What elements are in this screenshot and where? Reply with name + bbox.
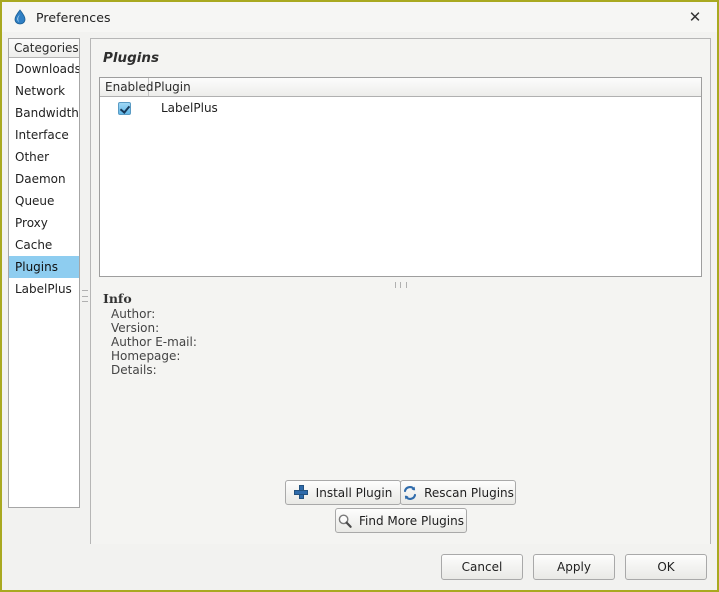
info-author-label: Author: [111, 307, 156, 321]
table-header: Enabled Plugin [100, 78, 701, 97]
checkbox-checked-icon[interactable] [118, 101, 131, 115]
info-section: Info Author: Version: Author E-mail: Hom… [91, 291, 710, 377]
table-body: LabelPlus [100, 97, 701, 276]
plugin-action-row-primary: Install Plugin Rescan Plugins [91, 480, 710, 505]
ok-button[interactable]: OK [625, 554, 707, 580]
sidebar-item-network[interactable]: Network [9, 80, 79, 102]
droplet-icon [12, 9, 28, 25]
sidebar-item-label: Daemon [15, 172, 66, 186]
sidebar-item-labelplus[interactable]: LabelPlus [9, 278, 79, 300]
window-title: Preferences [36, 9, 111, 25]
close-icon[interactable]: ✕ [673, 2, 717, 32]
categories-list[interactable]: Downloads Network Bandwidth Interface Ot… [9, 58, 79, 507]
splitter-grip-icon [394, 282, 407, 288]
categories-header: Categories [9, 39, 79, 58]
sidebar-item-label: Cache [15, 238, 53, 252]
column-header-plugin[interactable]: Plugin [149, 78, 701, 96]
categories-sidebar: Categories Downloads Network Bandwidth I… [8, 38, 80, 508]
info-homepage-label: Homepage: [111, 349, 181, 363]
sidebar-item-proxy[interactable]: Proxy [9, 212, 79, 234]
table-row[interactable]: LabelPlus [100, 97, 701, 119]
sidebar-item-cache[interactable]: Cache [9, 234, 79, 256]
cancel-button[interactable]: Cancel [441, 554, 523, 580]
column-header-enabled[interactable]: Enabled [100, 78, 154, 96]
plugin-enabled-cell[interactable] [100, 101, 149, 115]
plugins-table[interactable]: Enabled Plugin LabelPlus [99, 77, 702, 277]
vertical-splitter[interactable] [80, 38, 90, 508]
sidebar-item-interface[interactable]: Interface [9, 124, 79, 146]
sidebar-item-label: Downloads [15, 62, 79, 76]
install-plugin-label: Install Plugin [315, 485, 393, 500]
plus-icon [294, 485, 310, 501]
install-plugin-button[interactable]: Install Plugin [285, 480, 401, 505]
info-details-label: Details: [111, 363, 157, 377]
sidebar-item-label: Interface [15, 128, 69, 142]
page-title: Plugins [91, 39, 710, 77]
sidebar-item-label: Bandwidth [15, 106, 79, 120]
plugins-panel: Plugins Enabled Plugin LabelPlus Info Au… [90, 38, 711, 544]
find-more-plugins-label: Find More Plugins [359, 513, 464, 528]
dialog-body: Categories Downloads Network Bandwidth I… [2, 32, 717, 544]
sidebar-item-label: LabelPlus [15, 282, 72, 296]
horizontal-splitter[interactable] [91, 277, 710, 291]
sidebar-item-label: Network [15, 84, 66, 98]
title-bar: Preferences ✕ [2, 2, 717, 32]
sidebar-item-other[interactable]: Other [9, 146, 79, 168]
rescan-plugins-button[interactable]: Rescan Plugins [400, 480, 516, 505]
plugin-action-buttons: Install Plugin Rescan Plugins Find More … [91, 480, 710, 544]
info-version-label: Version: [111, 321, 160, 335]
sidebar-item-downloads[interactable]: Downloads [9, 58, 79, 80]
sidebar-item-plugins[interactable]: Plugins [9, 256, 79, 278]
plugin-action-row-secondary: Find More Plugins [91, 508, 710, 533]
sidebar-item-label: Plugins [15, 260, 58, 274]
find-more-plugins-button[interactable]: Find More Plugins [334, 508, 467, 533]
panel-spacer [91, 377, 710, 480]
splitter-grip-icon [82, 290, 88, 302]
search-icon [337, 513, 353, 529]
info-email-label: Author E-mail: [111, 335, 197, 349]
preferences-window: Preferences ✕ Categories Downloads Netwo… [0, 0, 719, 592]
dialog-footer: Cancel Apply OK [2, 544, 717, 590]
sidebar-item-queue[interactable]: Queue [9, 190, 79, 212]
plugin-name-cell: LabelPlus [161, 101, 218, 115]
sidebar-item-daemon[interactable]: Daemon [9, 168, 79, 190]
sidebar-item-bandwidth[interactable]: Bandwidth [9, 102, 79, 124]
apply-button[interactable]: Apply [533, 554, 615, 580]
sidebar-item-label: Other [15, 150, 50, 164]
sidebar-item-label: Proxy [15, 216, 48, 230]
sidebar-item-label: Queue [15, 194, 55, 208]
rescan-plugins-label: Rescan Plugins [424, 485, 514, 500]
refresh-icon [402, 485, 418, 501]
info-heading: Info [103, 291, 132, 306]
